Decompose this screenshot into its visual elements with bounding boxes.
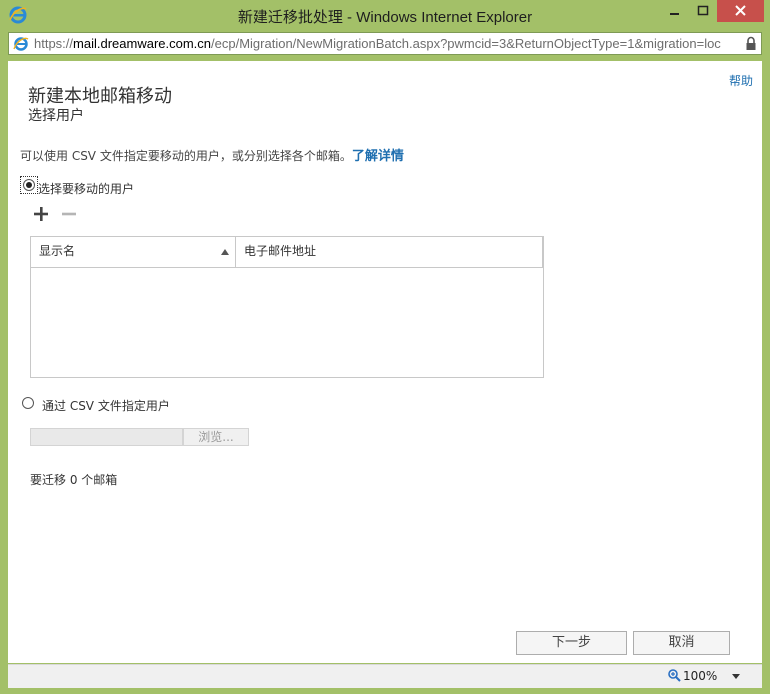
window-title: 新建迁移批处理 - Windows Internet Explorer [237,9,533,26]
address-bar[interactable]: https://mail.dreamware.com.cn/ecp/Migrat… [8,32,762,55]
learn-more-link[interactable]: 了解详情 [352,149,404,164]
intro-description: 可以使用 CSV 文件指定要移动的用户，或分别选择各个邮箱。 [20,149,352,163]
url-path: /ecp/Migration/NewMigrationBatch.aspx?pw… [211,36,721,51]
minimize-button[interactable] [660,0,689,22]
maximize-icon [697,5,709,16]
browse-button: 浏览... [183,428,249,446]
select-users-label[interactable]: 选择要移动的用户 [38,180,134,197]
minimize-icon [670,13,679,15]
close-button[interactable] [717,0,764,22]
mailbox-count-text: 要迁移 0 个邮箱 [30,473,118,487]
page-content: 帮助 新建本地邮箱移动 选择用户 可以使用 CSV 文件指定要移动的用户，或分别… [8,61,762,663]
title-bar[interactable]: 新建迁移批处理 - Windows Internet Explorer [0,0,770,31]
url-host: mail.dreamware.com.cn [73,36,212,51]
lock-icon[interactable] [745,36,757,51]
status-bar: 100% [8,664,762,688]
cancel-button[interactable]: 取消 [633,631,730,655]
select-users-radio[interactable] [23,179,35,191]
maximize-button[interactable] [689,0,717,22]
add-icon[interactable] [32,205,50,223]
remove-icon[interactable] [60,205,78,223]
intro-text: 可以使用 CSV 文件指定要移动的用户，或分别选择各个邮箱。了解详情 [20,145,404,164]
zoom-icon[interactable] [668,669,681,682]
help-link[interactable]: 帮助 [729,72,753,89]
close-icon [735,5,746,16]
zoom-level[interactable]: 100% [683,669,717,683]
grid-header: 显示名 电子邮件地址 [31,237,543,268]
page-subtitle: 选择用户 [28,108,84,124]
csv-label[interactable]: 通过 CSV 文件指定用户 [42,397,170,414]
url-scheme: https:// [34,36,74,51]
next-button[interactable]: 下一步 [516,631,627,655]
page-favicon-icon [13,37,29,51]
csv-file-path-input [30,428,183,446]
ie-window: 新建迁移批处理 - Windows Internet Explorer http… [0,0,770,694]
column-display-name[interactable]: 显示名 [31,237,236,267]
sort-ascending-icon [221,249,229,255]
users-grid[interactable]: 显示名 电子邮件地址 [30,236,544,378]
column-display-name-label: 显示名 [39,244,76,258]
column-email-label: 电子邮件地址 [244,244,317,258]
url-text[interactable]: https://mail.dreamware.com.cn/ecp/Migrat… [34,36,721,51]
chevron-down-icon[interactable] [732,674,740,679]
column-email[interactable]: 电子邮件地址 [236,237,543,267]
csv-radio[interactable] [22,397,34,409]
